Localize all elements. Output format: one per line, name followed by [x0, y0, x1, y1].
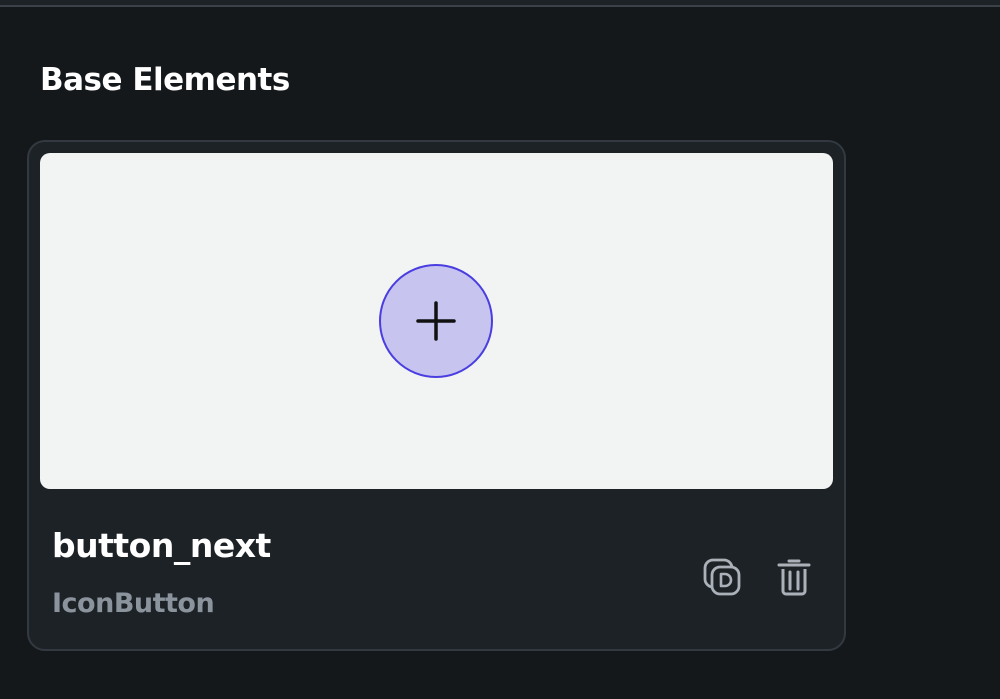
duplicate-icon: [703, 558, 741, 596]
component-card[interactable]: button_next IconButton: [27, 140, 846, 651]
component-preview[interactable]: [40, 153, 833, 489]
duplicate-button[interactable]: [700, 555, 744, 599]
component-name: button_next: [52, 526, 271, 565]
component-type: IconButton: [52, 588, 215, 619]
plus-icon: [416, 301, 456, 341]
section-title: Base Elements: [40, 62, 290, 98]
preview-icon-button[interactable]: [379, 264, 493, 378]
delete-button[interactable]: [772, 555, 816, 599]
trash-icon: [777, 559, 811, 596]
top-divider: [0, 0, 1000, 7]
